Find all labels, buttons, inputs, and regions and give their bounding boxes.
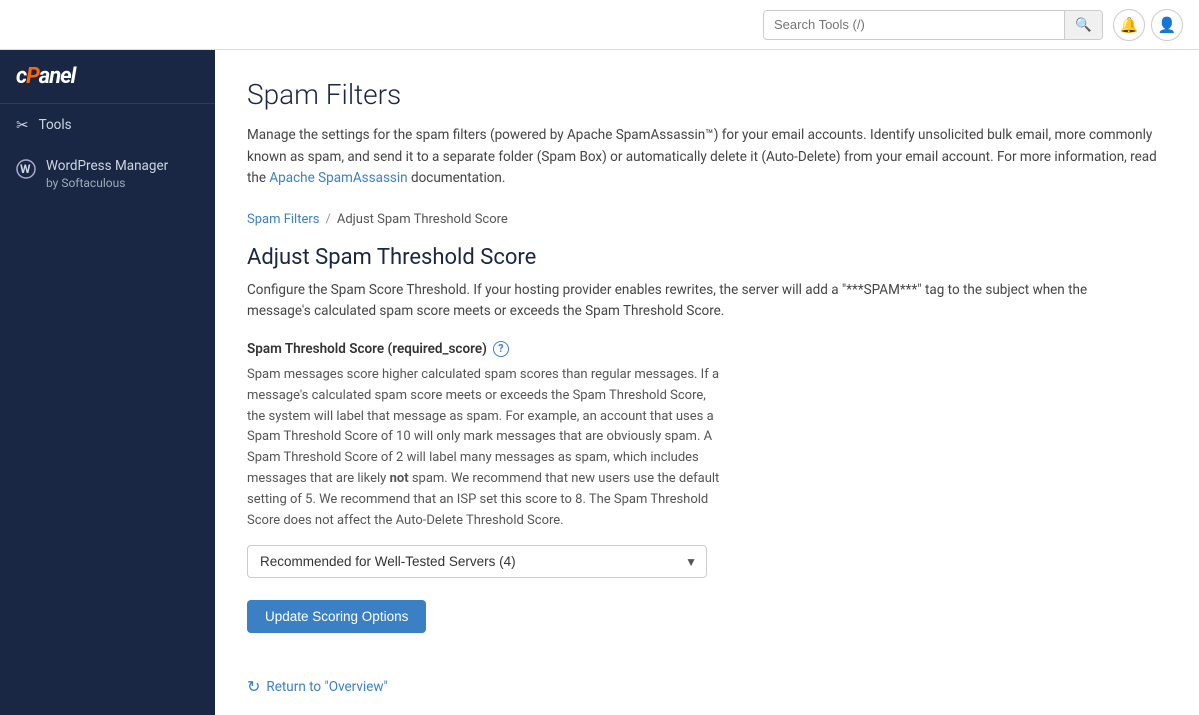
page-description-end: documentation.: [408, 170, 506, 186]
header-icons: 🔔 👤: [1113, 9, 1183, 41]
bell-button[interactable]: 🔔: [1113, 9, 1145, 41]
page-title: Spam Filters: [247, 78, 1167, 111]
help-text-bold: not: [390, 471, 409, 486]
score-select[interactable]: Recommended for Well-Tested Servers (4)V…: [247, 545, 707, 578]
layout: cPanel ✂ Tools W WordPress Manager by So…: [0, 50, 1199, 715]
content-area: Spam Filters Manage the settings for the…: [215, 50, 1199, 715]
wordpress-label-sub: by Softaculous: [46, 176, 168, 192]
search-button[interactable]: 🔍: [1064, 11, 1102, 39]
tools-icon: ✂: [16, 116, 29, 134]
svg-text:W: W: [20, 162, 31, 176]
update-button[interactable]: Update Scoring Options: [247, 600, 426, 633]
main-content: Spam Filters Manage the settings for the…: [215, 50, 1199, 715]
spamassassin-link[interactable]: Apache SpamAssassin: [269, 170, 407, 186]
search-input[interactable]: [764, 11, 1064, 38]
page-description: Manage the settings for the spam filters…: [247, 125, 1167, 190]
breadcrumb-current: Adjust Spam Threshold Score: [337, 212, 508, 227]
breadcrumb-parent-link[interactable]: Spam Filters: [247, 212, 319, 227]
search-bar: 🔍: [763, 10, 1103, 40]
bell-icon: 🔔: [1120, 16, 1139, 34]
breadcrumb-separator: /: [325, 212, 330, 227]
wordpress-label-main: WordPress Manager: [46, 158, 168, 176]
section-title: Adjust Spam Threshold Score: [247, 245, 1167, 270]
return-icon: ↻: [247, 677, 260, 696]
return-link-text: Return to "Overview": [266, 679, 387, 695]
cpanel-logo-text: cPanel: [16, 64, 75, 89]
sidebar-item-tools-label: Tools: [39, 117, 72, 133]
sidebar: cPanel ✂ Tools W WordPress Manager by So…: [0, 50, 215, 715]
field-label-text: Spam Threshold Score (required_score): [247, 341, 487, 357]
section-description: Configure the Spam Score Threshold. If y…: [247, 280, 1147, 323]
sidebar-logo: cPanel: [0, 50, 215, 104]
sidebar-item-tools[interactable]: ✂ Tools: [0, 104, 215, 146]
search-icon: 🔍: [1075, 17, 1092, 33]
wordpress-label: WordPress Manager by Softaculous: [46, 158, 168, 191]
score-select-wrapper: Recommended for Well-Tested Servers (4)V…: [247, 545, 707, 578]
header: 🔍 🔔 👤: [0, 0, 1199, 50]
wordpress-icon: W: [16, 159, 36, 184]
return-link[interactable]: ↻ Return to "Overview": [247, 677, 1167, 696]
help-text-before: Spam messages score higher calculated sp…: [247, 367, 719, 486]
field-label: Spam Threshold Score (required_score) ?: [247, 341, 1167, 357]
user-button[interactable]: 👤: [1151, 9, 1183, 41]
help-icon[interactable]: ?: [493, 341, 509, 357]
help-text: Spam messages score higher calculated sp…: [247, 365, 727, 531]
user-icon: 👤: [1158, 16, 1177, 34]
breadcrumb: Spam Filters / Adjust Spam Threshold Sco…: [247, 212, 1167, 227]
sidebar-item-wordpress[interactable]: W WordPress Manager by Softaculous: [0, 146, 215, 203]
